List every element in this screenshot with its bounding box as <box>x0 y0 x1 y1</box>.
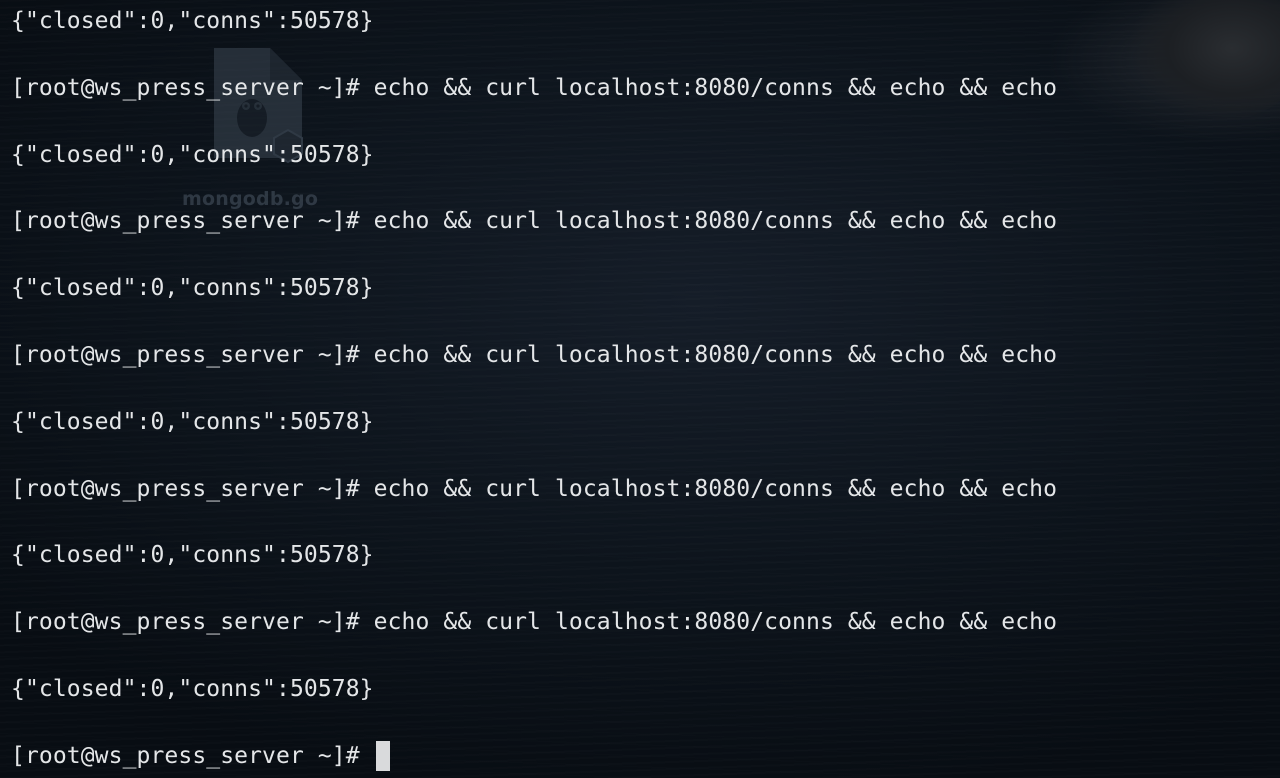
terminal-window[interactable]: {"closed":0,"conns":50578} [root@ws_press… <box>0 0 1280 778</box>
shell-command: echo && curl localhost:8080/conns && ech… <box>373 609 1058 635</box>
terminal-prompt-line: [root@ws_press_server ~]# echo && curl l… <box>11 474 1057 504</box>
terminal-output-line: {"closed":0,"conns":50578} <box>11 542 374 568</box>
terminal-prompt-line: [root@ws_press_server ~]# echo && curl l… <box>11 206 1057 236</box>
terminal-output-line: {"closed":0,"conns":50578} <box>11 8 374 34</box>
terminal-output-line: {"closed":0,"conns":50578} <box>11 676 374 702</box>
shell-command: echo && curl localhost:8080/conns && ech… <box>373 342 1058 368</box>
terminal-prompt-line: [root@ws_press_server ~]# echo && curl l… <box>11 73 1057 103</box>
shell-prompt: [root@ws_press_server ~]# <box>11 342 374 368</box>
terminal-output-line: {"closed":0,"conns":50578} <box>11 275 374 301</box>
shell-prompt: [root@ws_press_server ~]# <box>11 75 374 101</box>
terminal-prompt-line: [root@ws_press_server ~]# echo && curl l… <box>11 340 1057 370</box>
shell-command: echo && curl localhost:8080/conns && ech… <box>373 75 1058 101</box>
terminal-prompt-line: [root@ws_press_server ~]# <box>11 741 390 771</box>
shell-command: echo && curl localhost:8080/conns && ech… <box>373 208 1058 234</box>
terminal-output-line: {"closed":0,"conns":50578} <box>11 409 374 435</box>
shell-prompt: [root@ws_press_server ~]# <box>11 743 374 769</box>
shell-prompt: [root@ws_press_server ~]# <box>11 208 374 234</box>
terminal-cursor[interactable] <box>375 741 390 771</box>
terminal-output-line: {"closed":0,"conns":50578} <box>11 142 374 168</box>
terminal-prompt-line: [root@ws_press_server ~]# echo && curl l… <box>11 607 1057 637</box>
shell-prompt: [root@ws_press_server ~]# <box>11 476 374 502</box>
shell-prompt: [root@ws_press_server ~]# <box>11 609 374 635</box>
shell-command: echo && curl localhost:8080/conns && ech… <box>373 476 1058 502</box>
